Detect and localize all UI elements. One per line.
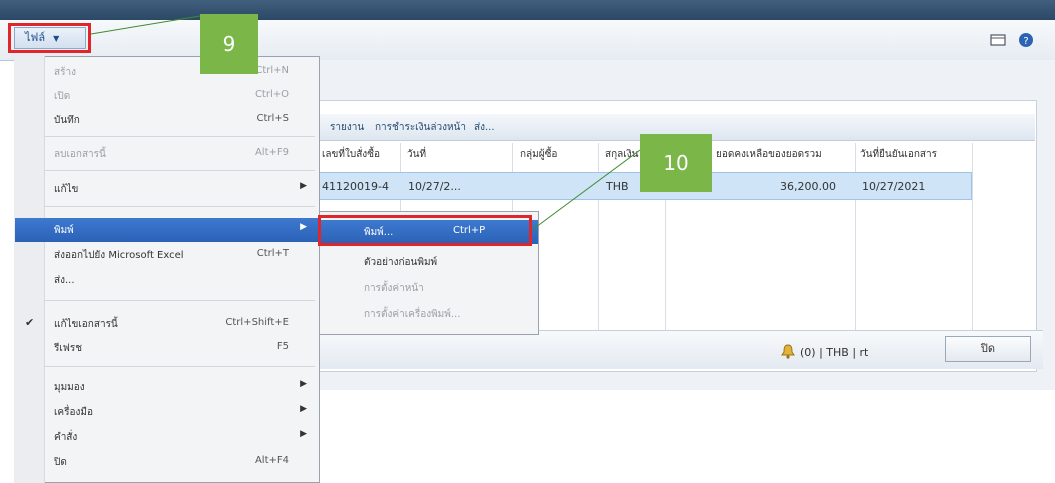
callout-step-9: 9 [200, 14, 258, 74]
callout-step-10: 10 [640, 134, 712, 192]
callout-leader-lines [90, 15, 641, 231]
